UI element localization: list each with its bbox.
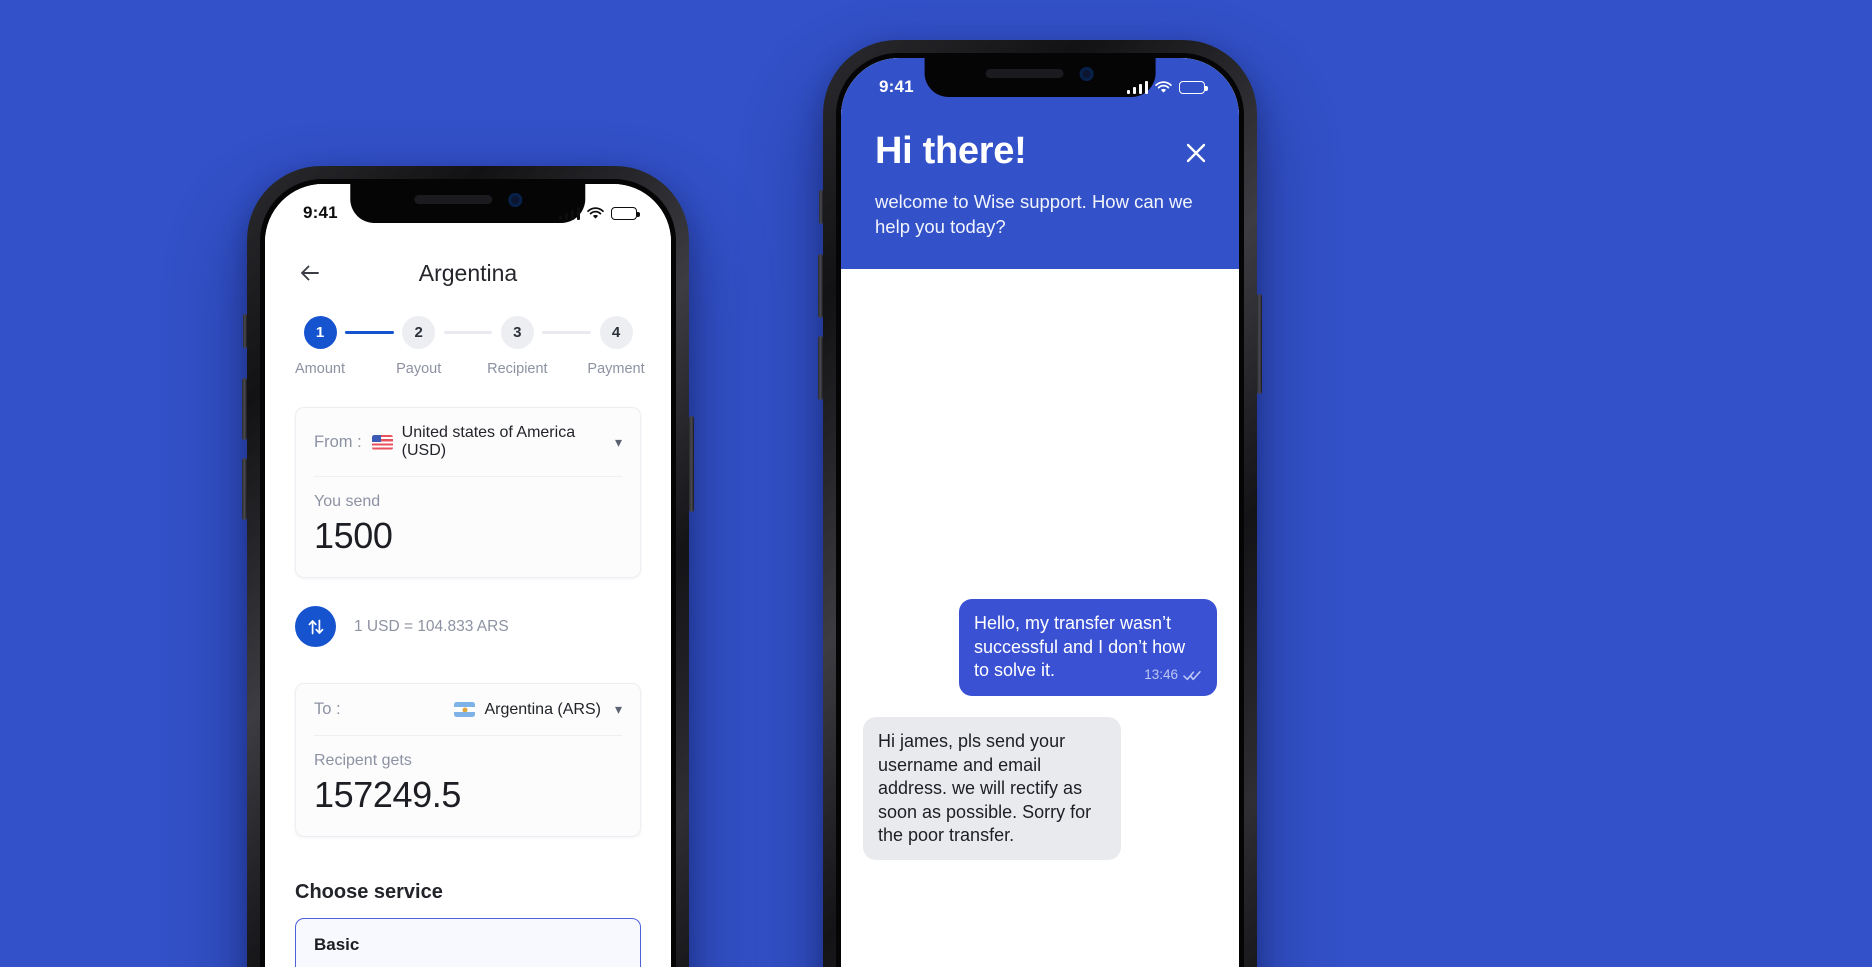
to-country-name: Argentina (ARS) bbox=[484, 700, 601, 718]
phone-support-chat-screen: 9:41 Hi there! welcome to Wise support. … bbox=[818, 40, 1262, 967]
message-time: 13:46 bbox=[1144, 667, 1178, 683]
step-label: Payment bbox=[587, 361, 645, 377]
mute-switch[interactable] bbox=[243, 314, 247, 348]
status-bar: 9:41 bbox=[265, 184, 671, 232]
you-send-label: You send bbox=[314, 493, 381, 510]
recipient-gets-label: Recipent gets bbox=[314, 752, 412, 769]
chat-bubble-outgoing[interactable]: Hello, my transfer wasn’t successful and… bbox=[959, 599, 1217, 697]
volume-down-button[interactable] bbox=[242, 458, 247, 520]
support-chat-app: Hi there! welcome to Wise support. How c… bbox=[841, 58, 1239, 967]
close-x-icon[interactable] bbox=[1183, 140, 1209, 166]
battery-icon bbox=[611, 206, 640, 220]
phone-screen: 9:41 Argentina 1 Amount 2 Payout 3 Recip… bbox=[265, 184, 671, 967]
argentina-flag-icon bbox=[454, 702, 476, 717]
exchange-rate-row: 1 USD = 104.833 ARS bbox=[265, 578, 671, 653]
status-time: 9:41 bbox=[879, 77, 914, 96]
from-row: From : United states of America (USD) ▾ bbox=[296, 408, 640, 476]
step-amount[interactable]: 1 Amount bbox=[295, 316, 345, 377]
step-number: 2 bbox=[402, 316, 436, 349]
from-country-select[interactable]: United states of America (USD) ▾ bbox=[371, 424, 622, 460]
battery-icon bbox=[1179, 80, 1208, 94]
swap-vertical-icon bbox=[308, 619, 323, 634]
chat-message-list[interactable]: Hello, my transfer wasn’t successful and… bbox=[841, 599, 1239, 967]
volume-down-button[interactable] bbox=[818, 336, 823, 400]
you-send-field[interactable]: You send 1500 bbox=[296, 477, 640, 577]
step-connector bbox=[345, 331, 394, 334]
mute-switch[interactable] bbox=[819, 190, 823, 224]
recipient-gets-field[interactable]: Recipent gets 157249.5 bbox=[296, 736, 640, 836]
status-time: 9:41 bbox=[303, 203, 338, 222]
step-payment[interactable]: 4 Payment bbox=[587, 316, 645, 377]
phone-bezel: 9:41 Argentina 1 Amount 2 Payout 3 Recip… bbox=[260, 179, 676, 967]
message-text: Hi james, pls send your username and ema… bbox=[878, 731, 1092, 846]
service-name: Basic bbox=[314, 935, 360, 954]
step-recipient[interactable]: 3 Recipient bbox=[487, 316, 548, 377]
to-label: To : bbox=[314, 700, 341, 718]
double-check-icon bbox=[1183, 670, 1201, 680]
wifi-icon bbox=[1155, 80, 1172, 93]
power-button[interactable] bbox=[1257, 294, 1262, 394]
chevron-down-icon: ▾ bbox=[614, 701, 622, 717]
phone-screen: 9:41 Hi there! welcome to Wise support. … bbox=[841, 58, 1239, 967]
swap-currency-button[interactable] bbox=[295, 606, 336, 647]
step-number: 1 bbox=[303, 316, 337, 349]
chat-bubble-incoming[interactable]: Hi james, pls send your username and ema… bbox=[863, 717, 1121, 860]
signal-bars-icon bbox=[1126, 80, 1148, 94]
choose-service-heading: Choose service bbox=[295, 881, 443, 903]
volume-up-button[interactable] bbox=[818, 254, 823, 318]
step-label: Payout bbox=[396, 361, 442, 377]
volume-up-button[interactable] bbox=[242, 378, 247, 440]
you-send-value: 1500 bbox=[314, 515, 393, 556]
phone-transfer-screen: 9:41 Argentina 1 Amount 2 Payout 3 Recip… bbox=[242, 166, 694, 967]
power-button[interactable] bbox=[689, 416, 694, 512]
navigation-bar: Argentina bbox=[265, 232, 671, 298]
phone-bezel: 9:41 Hi there! welcome to Wise support. … bbox=[836, 53, 1244, 967]
chat-greeting-subtitle: welcome to Wise support. How can we help… bbox=[875, 191, 1193, 237]
us-flag-icon bbox=[371, 434, 393, 450]
page-title: Argentina bbox=[418, 259, 518, 286]
signal-bars-icon bbox=[558, 206, 580, 220]
step-payout[interactable]: 2 Payout bbox=[394, 316, 444, 377]
message-row-outgoing: Hello, my transfer wasn’t successful and… bbox=[863, 599, 1217, 697]
message-row-incoming: Hi james, pls send your username and ema… bbox=[863, 717, 1217, 860]
service-option-basic[interactable]: Basic bbox=[295, 918, 641, 967]
status-bar: 9:41 bbox=[841, 58, 1239, 106]
exchange-rate-text: 1 USD = 104.833 ARS bbox=[354, 617, 509, 635]
to-row: To : Argentina (ARS) ▾ bbox=[296, 684, 640, 735]
from-label: From : bbox=[314, 432, 362, 451]
to-country-select[interactable]: Argentina (ARS) ▾ bbox=[454, 701, 622, 719]
from-currency-card: From : United states of America (USD) ▾ … bbox=[295, 407, 641, 578]
step-number: 3 bbox=[500, 316, 534, 349]
step-label: Amount bbox=[295, 361, 345, 377]
wifi-icon bbox=[587, 206, 604, 219]
message-meta: 13:46 bbox=[1144, 666, 1202, 684]
from-country-name: United states of America (USD) bbox=[401, 424, 576, 459]
progress-stepper: 1 Amount 2 Payout 3 Recipient 4 Payment bbox=[265, 298, 671, 377]
step-connector bbox=[443, 331, 493, 334]
recipient-gets-value: 157249.5 bbox=[314, 774, 461, 815]
step-connector bbox=[542, 331, 592, 334]
chevron-down-icon: ▾ bbox=[614, 433, 622, 450]
step-number: 4 bbox=[599, 316, 633, 349]
to-currency-card: To : Argentina (ARS) ▾ Recipent gets 157… bbox=[295, 683, 641, 837]
chat-greeting-title: Hi there! bbox=[875, 130, 1027, 172]
transfer-app: Argentina 1 Amount 2 Payout 3 Recipient … bbox=[265, 184, 671, 967]
step-label: Recipient bbox=[487, 361, 548, 377]
